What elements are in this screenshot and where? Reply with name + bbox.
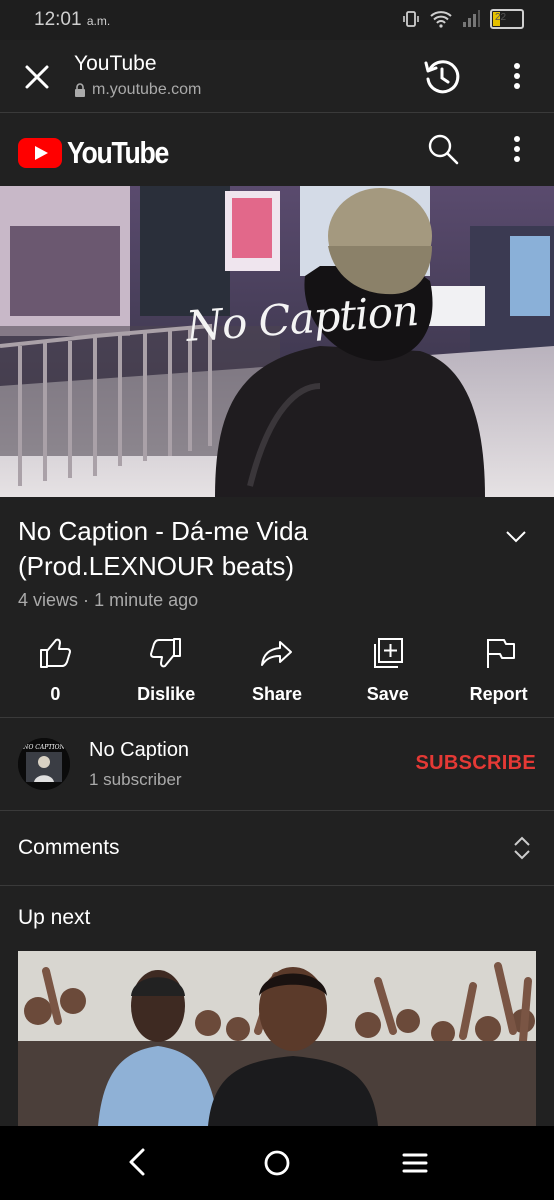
action-bar: 0 Dislike Share Save Report: [0, 628, 554, 716]
youtube-logo[interactable]: YouTube: [18, 135, 185, 171]
avatar[interactable]: NO CAPTION: [18, 738, 70, 790]
thumbnail-image: [18, 951, 536, 1126]
view-count: 4 views: [18, 590, 79, 610]
signal-icon: [463, 10, 480, 27]
search-icon[interactable]: [427, 133, 459, 165]
vibrate-icon: [403, 11, 419, 27]
youtube-more-icon[interactable]: [505, 133, 529, 165]
subscriber-count: 1 subscriber: [89, 770, 182, 789]
up-next-thumbnail[interactable]: [18, 951, 536, 1126]
video-title: No Caption - Dá-me Vida (Prod.LEXNOUR be…: [18, 516, 308, 581]
chevron-down-icon[interactable]: [504, 524, 528, 548]
share-icon: [260, 641, 292, 666]
youtube-play-icon: [18, 138, 62, 168]
share-button[interactable]: Share: [222, 628, 333, 716]
subscribe-button[interactable]: SUBSCRIBE: [416, 752, 537, 775]
browser-toolbar: YouTube m.youtube.com: [0, 40, 554, 113]
recents-icon[interactable]: [400, 1150, 430, 1176]
home-icon[interactable]: [262, 1148, 292, 1178]
browser-more-icon[interactable]: [505, 60, 529, 92]
avatar-image: NO CAPTION: [18, 738, 70, 790]
report-button[interactable]: Report: [443, 628, 554, 716]
url-text: m.youtube.com: [92, 81, 202, 98]
save-playlist-icon: [373, 638, 403, 668]
battery-icon: 22: [490, 9, 524, 29]
back-icon[interactable]: [124, 1147, 152, 1177]
thumbs-up-icon: [40, 638, 72, 668]
upload-age: 1 minute ago: [94, 590, 199, 610]
dislike-button[interactable]: Dislike: [111, 628, 222, 716]
close-icon[interactable]: [24, 64, 50, 90]
unfold-icon[interactable]: [510, 835, 534, 861]
status-icons: 22: [402, 9, 524, 29]
browser-title: YouTube: [74, 52, 157, 75]
channel-row: NO CAPTION No Caption 1 subscriber SUBSC…: [0, 718, 554, 810]
wifi-icon: [430, 11, 452, 28]
video-meta: 4 views · 1 minute ago: [18, 590, 199, 610]
up-next-label: Up next: [18, 906, 91, 929]
comments-label: Comments: [18, 836, 120, 859]
youtube-logo-text: YouTube: [67, 135, 169, 170]
system-navigation-bar: [0, 1126, 554, 1200]
youtube-header: YouTube: [0, 113, 554, 186]
avatar-text: NO CAPTION: [22, 744, 65, 751]
flag-icon: [486, 639, 515, 668]
history-icon[interactable]: [422, 57, 462, 97]
lock-icon: [75, 83, 85, 97]
video-player[interactable]: No Caption: [0, 186, 554, 497]
thumbs-down-icon: [150, 638, 182, 668]
status-time: 12:01 a.m.: [34, 9, 111, 30]
comments-section[interactable]: Comments: [0, 811, 554, 885]
divider: [0, 885, 554, 886]
status-bar: 12:01 a.m. 22: [0, 0, 554, 40]
channel-name[interactable]: No Caption: [89, 739, 189, 762]
like-button[interactable]: 0: [0, 628, 111, 716]
browser-url: m.youtube.com: [74, 81, 201, 99]
save-button[interactable]: Save: [332, 628, 443, 716]
